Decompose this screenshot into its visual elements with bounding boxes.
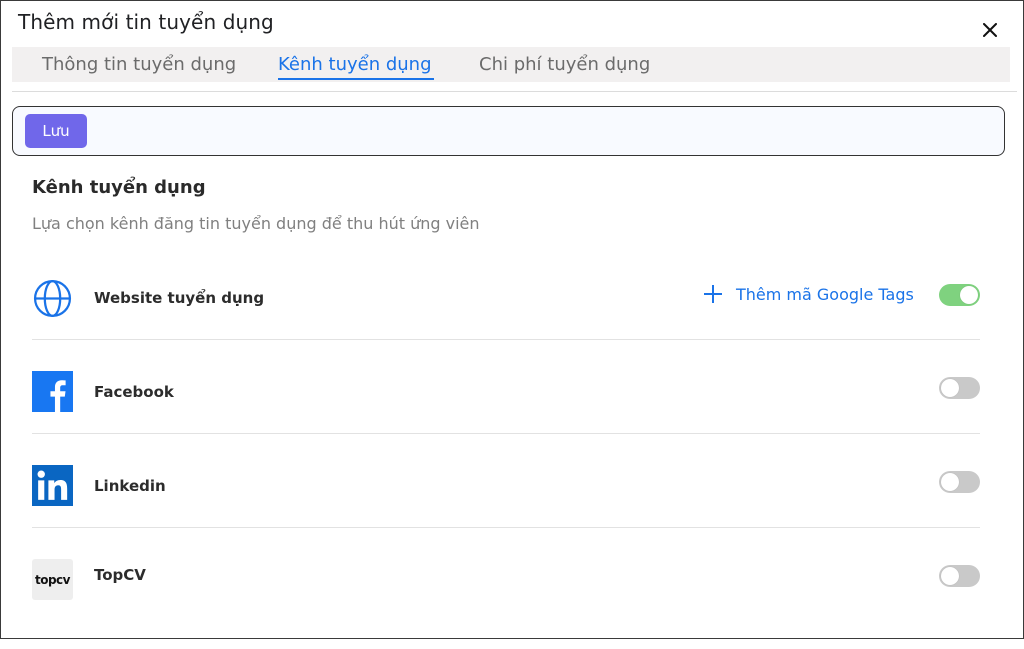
channel-name: Facebook bbox=[94, 383, 174, 401]
linkedin-icon bbox=[32, 465, 73, 506]
facebook-icon bbox=[32, 371, 73, 412]
tab-job-info[interactable]: Thông tin tuyển dụng bbox=[42, 54, 236, 75]
section-subtitle: Lựa chọn kênh đăng tin tuyển dụng để thu… bbox=[32, 214, 480, 233]
tab-bar: Thông tin tuyển dụng Kênh tuyển dụng Chi… bbox=[12, 47, 1010, 82]
row-divider bbox=[32, 339, 980, 340]
close-icon bbox=[983, 23, 997, 37]
channel-row-website: Website tuyển dụng Thêm mã Google Tags bbox=[32, 278, 980, 368]
toggle-topcv[interactable] bbox=[939, 565, 980, 587]
topcv-logo-text: topcv bbox=[34, 572, 71, 587]
action-toolbar: Lưu bbox=[12, 106, 1005, 156]
channel-name: Linkedin bbox=[94, 477, 166, 495]
channel-name: Website tuyển dụng bbox=[94, 289, 265, 307]
toggle-website[interactable] bbox=[939, 284, 980, 306]
tab-recruitment-costs[interactable]: Chi phí tuyển dụng bbox=[479, 54, 650, 75]
channel-row-topcv: topcv TopCV bbox=[32, 559, 980, 649]
row-divider bbox=[32, 433, 980, 434]
globe-icon bbox=[33, 279, 72, 318]
save-button[interactable]: Lưu bbox=[25, 114, 87, 148]
dialog-title: Thêm mới tin tuyển dụng bbox=[18, 10, 274, 34]
active-tab-indicator bbox=[278, 78, 434, 80]
plus-icon bbox=[704, 285, 722, 303]
channel-row-linkedin: Linkedin bbox=[32, 465, 980, 555]
close-button[interactable] bbox=[979, 19, 1001, 41]
channel-row-facebook: Facebook bbox=[32, 371, 980, 461]
add-job-posting-dialog: Thêm mới tin tuyển dụng Thông tin tuyển … bbox=[0, 0, 1024, 639]
row-divider bbox=[32, 527, 980, 528]
tab-divider bbox=[12, 91, 1017, 92]
section-title: Kênh tuyển dụng bbox=[32, 177, 206, 198]
channel-name: TopCV bbox=[94, 566, 146, 584]
topcv-icon: topcv bbox=[32, 559, 73, 600]
tab-recruitment-channels[interactable]: Kênh tuyển dụng bbox=[278, 54, 432, 75]
toggle-facebook[interactable] bbox=[939, 377, 980, 399]
toggle-linkedin[interactable] bbox=[939, 471, 980, 493]
add-google-tags-label: Thêm mã Google Tags bbox=[736, 284, 914, 304]
add-google-tags-link[interactable]: Thêm mã Google Tags bbox=[704, 282, 914, 306]
